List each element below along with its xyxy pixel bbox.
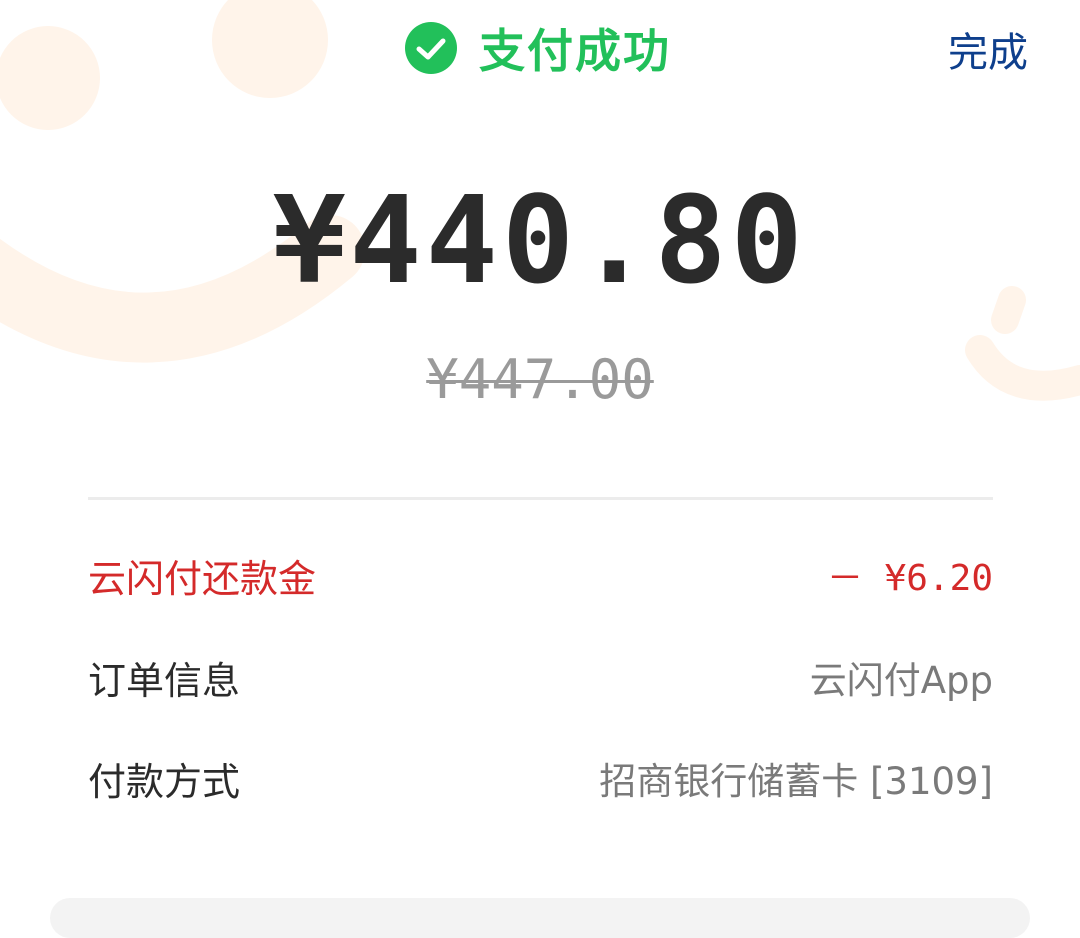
discount-row: 云闪付还款金 － ¥6.20 <box>88 545 993 605</box>
payment-method-value: 招商银行储蓄卡 [3109] <box>599 760 993 803</box>
original-amount: ¥447.00 <box>0 348 1080 411</box>
discount-label: 云闪付还款金 <box>88 556 317 601</box>
bottom-card <box>50 898 1030 938</box>
check-circle-icon <box>405 22 457 74</box>
discount-value: － ¥6.20 <box>826 558 993 599</box>
payment-method-label: 付款方式 <box>88 759 241 804</box>
order-info-value: 云闪付App <box>809 659 993 702</box>
payment-method-row[interactable]: 付款方式 招商银行储蓄卡 [3109] <box>88 748 993 808</box>
header: 支付成功 完成 <box>0 0 1080 100</box>
original-amount-text: ¥447.00 <box>426 348 654 411</box>
paid-amount: ¥440.80 <box>273 172 807 311</box>
status-text: 支付成功 <box>479 24 671 78</box>
divider <box>88 497 993 500</box>
order-info-label: 订单信息 <box>88 658 241 703</box>
payment-status: 支付成功 <box>405 18 671 78</box>
done-button[interactable]: 完成 <box>948 20 1028 78</box>
order-info-row[interactable]: 订单信息 云闪付App <box>88 647 993 707</box>
